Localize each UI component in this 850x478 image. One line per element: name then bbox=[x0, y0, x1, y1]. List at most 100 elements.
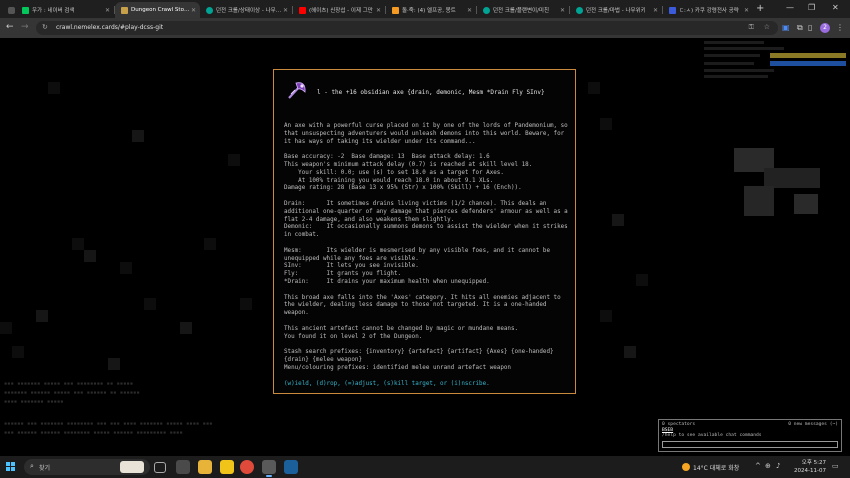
description-line: This weapon's minimum attack delay (0.7)… bbox=[284, 162, 533, 168]
description-line: that unsuspecting adventurers would unle… bbox=[284, 130, 565, 137]
tab-label: 우가 : 네이버 검색 bbox=[32, 8, 75, 14]
clock-date: 2024-11-07 bbox=[794, 468, 826, 474]
description-line: SInv: It lets you see invisible. bbox=[284, 263, 419, 270]
description-line: Menu/colouring prefixes: identified mele… bbox=[284, 364, 511, 371]
speaker-icon[interactable]: ♪ bbox=[776, 462, 780, 470]
description-line: Mesm: Its wielder is mesmerised by any v… bbox=[284, 247, 550, 254]
tab-naver[interactable]: 우가 : 네이버 검색 ✕ bbox=[16, 2, 114, 18]
game-canvas[interactable]: ▪▪▪ ▪▪▪▪▪▪▪ ▪▪▪▪▪ ▪▪▪ ▪▪▪▪▪▪▪▪ ▪▪ ▪▪▪▪▪ … bbox=[0, 38, 850, 456]
bookmark-star-icon[interactable]: ☆ bbox=[764, 23, 770, 31]
tab-label: 던전 크롤/마법 - 나무위키 bbox=[586, 8, 646, 14]
description-line: Base accuracy: -2 Base damage: 13 Base a… bbox=[284, 154, 490, 161]
description-line: it has ways of taking its wielder under … bbox=[284, 138, 476, 145]
close-icon[interactable]: ✕ bbox=[653, 7, 658, 14]
tab-label: 던전 크롤/플랜변이/미친 bbox=[493, 8, 550, 14]
tab-namuwiki-mutation[interactable]: 던전 크롤/플랜변이/미친 ✕ bbox=[477, 2, 569, 18]
message-log-line: ▪▪▪▪▪▪▪ ▪▪▪▪▪▪ ▪▪▪▪▪ ▪▪▪ ▪▪▪▪▪▪ ▪▪ ▪▪▪▪▪… bbox=[4, 390, 140, 396]
item-command-list[interactable]: (w)ield, (d)rop, (=)adjust, (s)kill targ… bbox=[284, 381, 490, 389]
description-line: At 100% training you would reach 18.0 in… bbox=[284, 177, 494, 184]
message-log-line: ▪▪▪ ▪▪▪▪▪▪ ▪▪▪▪▪▪ ▪▪▪▪▪▪▪▪ ▪▪▪▪▪ ▪▪▪▪▪▪ … bbox=[4, 430, 183, 436]
new-tab-button[interactable]: + bbox=[756, 3, 764, 14]
start-button[interactable] bbox=[6, 462, 16, 472]
spectator-count[interactable]: 0 spectators bbox=[662, 422, 695, 427]
description-line: Fly: It grants you flight. bbox=[284, 271, 402, 278]
status-panel bbox=[704, 38, 850, 78]
tab-guide[interactable]: ㄷ:ㅅ) 카쿠 강령전사 공략 ✕ bbox=[663, 2, 753, 18]
chat-input[interactable] bbox=[662, 441, 838, 448]
chrome-icon[interactable] bbox=[240, 460, 254, 474]
description-line: This broad axe falls into the 'Axes' cat… bbox=[284, 294, 561, 301]
description-line: weapon. bbox=[284, 310, 309, 317]
namuwiki-favicon-icon bbox=[576, 6, 583, 14]
search-highlight-image bbox=[120, 461, 144, 473]
chrome-profile-icon[interactable] bbox=[262, 460, 276, 477]
dcss-favicon-icon bbox=[121, 6, 128, 14]
search-label: 찾기 bbox=[39, 465, 51, 472]
close-icon[interactable]: ✕ bbox=[744, 7, 749, 14]
notification-icon[interactable]: ▭ bbox=[832, 462, 839, 470]
tab-community[interactable]: 돌·죽: (4) 엘프공, 몽트 ✕ bbox=[386, 2, 476, 18]
browser-tab-strip: 우가 : 네이버 검색 ✕ Dungeon Crawl Stone Soup ✕… bbox=[0, 0, 850, 18]
tab-namuwiki-magic[interactable]: 던전 크롤/마법 - 나무위키 ✕ bbox=[570, 2, 662, 18]
description-line: the wielder, dealing less damage to thos… bbox=[284, 302, 547, 309]
dungeon-minimap bbox=[724, 138, 834, 228]
description-line: *Drain: It drains your maximum health wh… bbox=[284, 279, 490, 285]
weather-widget[interactable]: 14°C 대체로 화창 bbox=[682, 459, 739, 475]
system-clock[interactable]: 오후 5:27 2024-11-07 bbox=[790, 459, 826, 475]
description-line: {drain} {melee weapon} bbox=[284, 357, 363, 363]
file-explorer-icon[interactable] bbox=[198, 460, 212, 474]
extensions-puzzle-icon[interactable]: ⧉ bbox=[797, 23, 803, 33]
close-window-icon[interactable]: ✕ bbox=[832, 3, 839, 12]
tab-search-icon[interactable] bbox=[2, 2, 16, 18]
task-view-icon[interactable] bbox=[154, 462, 166, 473]
restore-icon[interactable]: ❐ bbox=[808, 3, 815, 12]
item-description-popup: l - the +16 obsidian axe {drain, demonic… bbox=[273, 69, 576, 394]
description-line: in combat. bbox=[284, 232, 320, 239]
description-line: Your skill: 0.0; use (s) to set 18.0 as … bbox=[284, 169, 504, 176]
steam-icon[interactable] bbox=[284, 460, 298, 474]
sun-icon bbox=[682, 463, 690, 471]
namuwiki-favicon-icon bbox=[206, 6, 213, 14]
magic-bar bbox=[770, 61, 846, 66]
obsidian-axe-icon bbox=[286, 79, 308, 101]
tab-label: 돌·죽: (4) 엘프공, 몽트 bbox=[402, 8, 456, 14]
close-icon[interactable]: ✕ bbox=[376, 7, 381, 14]
message-log-line: ▪▪▪▪▪▪ ▪▪▪ ▪▪▪▪▪▪▪ ▪▪▪▪▪▪▪▪ ▪▪▪ ▪▪▪ ▪▪▪▪… bbox=[4, 421, 213, 427]
tab-namuwiki-status[interactable]: 던전 크롤/상태이상 - 나무위키 ✕ bbox=[200, 2, 292, 18]
back-arrow-icon[interactable]: ← bbox=[6, 22, 14, 32]
message-log-line: ▪▪▪▪ ▪▪▪▪▪▪▪ ▪▪▪▪▪ bbox=[4, 399, 64, 405]
more-menu-icon[interactable]: ⋮ bbox=[836, 23, 844, 32]
forward-arrow-icon[interactable]: → bbox=[21, 22, 29, 32]
close-icon[interactable]: ✕ bbox=[283, 7, 288, 14]
tab-dungeon-crawl[interactable]: Dungeon Crawl Stone Soup ✕ bbox=[115, 2, 200, 18]
new-messages-indicator[interactable]: 0 new messages (~) bbox=[788, 422, 838, 427]
close-icon[interactable]: ✕ bbox=[467, 7, 472, 14]
chat-help-text: /help to see available chat commands bbox=[662, 433, 762, 438]
tab-label: ㄷ:ㅅ) 카쿠 강령전사 공략 bbox=[679, 8, 739, 14]
extension-translate-icon[interactable]: ▣ bbox=[782, 23, 790, 32]
tab-label: (헤이츠) 신장섭 - 이제 그만 bbox=[309, 8, 373, 14]
taskbar-search[interactable]: ⌕ 찾기 bbox=[24, 459, 150, 475]
close-icon[interactable]: ✕ bbox=[105, 7, 110, 14]
tray-chevron-icon[interactable]: ^ bbox=[755, 462, 761, 470]
key-icon[interactable]: ⚿ bbox=[749, 23, 754, 32]
address-bar[interactable]: ↻ crawl.nemelex.cards/#play-dcss-git ⚿ ☆ bbox=[36, 21, 778, 35]
description-line: Demonic: It occasionally summons demons … bbox=[284, 224, 568, 231]
profile-avatar[interactable]: 2 bbox=[820, 23, 830, 33]
tab-youtube[interactable]: (헤이츠) 신장섭 - 이제 그만 ✕ bbox=[293, 2, 385, 18]
description-line: additional one-quarter of any damage tha… bbox=[284, 208, 568, 215]
url-text[interactable]: crawl.nemelex.cards/#play-dcss-git bbox=[56, 24, 163, 31]
taskbar: ⌕ 찾기 14°C 대체로 화창 ^ ⊕ ♪ 오후 5:27 2024-11-0… bbox=[0, 456, 850, 478]
description-line: Stash search prefixes: {inventory} {arte… bbox=[284, 349, 554, 356]
description-line: unequipped while any foes are visible. bbox=[284, 255, 419, 262]
close-icon[interactable]: ✕ bbox=[560, 7, 565, 14]
description-line: You found it on level 2 of the Dungeon. bbox=[284, 333, 423, 340]
close-icon[interactable]: ✕ bbox=[191, 7, 196, 14]
search-icon: ⌕ bbox=[30, 462, 34, 470]
site-info-icon[interactable]: ↻ bbox=[42, 23, 48, 31]
kakaotalk-icon[interactable] bbox=[220, 460, 234, 474]
sidebar-icon[interactable]: ▯ bbox=[808, 23, 812, 32]
widgets-icon[interactable] bbox=[176, 460, 190, 474]
minimize-icon[interactable]: — bbox=[786, 3, 794, 12]
language-icon[interactable]: ⊕ bbox=[765, 462, 771, 470]
